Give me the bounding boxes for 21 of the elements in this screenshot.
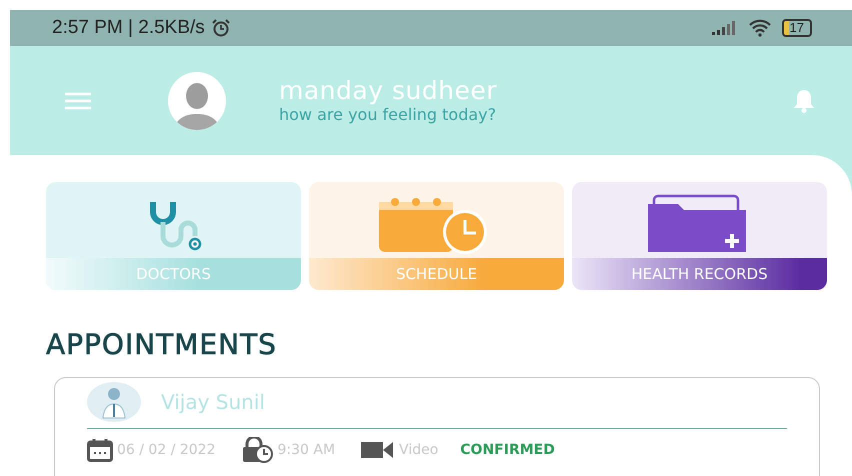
user-name: manday sudheer <box>279 76 498 104</box>
menu-icon[interactable] <box>65 92 91 110</box>
alarm-clock-icon <box>210 19 231 37</box>
tile-label: SCHEDULE <box>309 258 564 290</box>
section-title: APPOINTMENTS <box>46 328 278 361</box>
greeting-text: how are you feeling today? <box>279 104 498 124</box>
doctor-name: Vijay Sunil <box>161 390 265 414</box>
clock-lock-icon <box>242 437 274 463</box>
video-camera-icon <box>361 441 394 459</box>
tile-label: DOCTORS <box>46 258 301 290</box>
bell-icon[interactable] <box>793 88 815 112</box>
wifi-icon <box>748 19 772 37</box>
calendar-icon <box>87 438 113 462</box>
battery-indicator: 17 <box>782 19 812 37</box>
signal-icon <box>712 21 738 35</box>
status-time: 2:57 PM | 2.5KB/s <box>52 17 205 39</box>
doctor-avatar-icon <box>87 382 141 422</box>
category-tile[interactable]: HEALTH RECORDS <box>572 182 827 290</box>
avatar-icon[interactable] <box>168 72 226 130</box>
tile-label: HEALTH RECORDS <box>572 258 827 290</box>
appointment-status: CONFIRMED <box>460 442 555 458</box>
